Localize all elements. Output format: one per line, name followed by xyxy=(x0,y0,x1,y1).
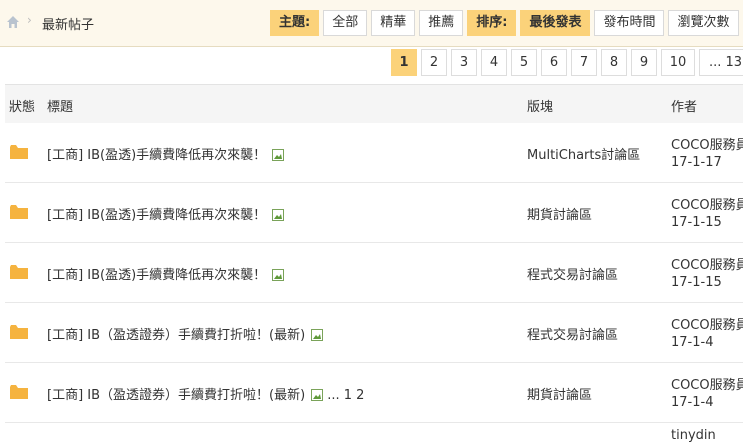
thread-page-links[interactable]: ... 1 2 xyxy=(327,388,364,403)
folder-icon xyxy=(10,145,28,159)
page-6[interactable]: 6 xyxy=(541,49,567,76)
header-board: 版塊 xyxy=(527,100,554,115)
breadcrumb-current[interactable]: 最新帖子 xyxy=(42,14,94,33)
folder-icon xyxy=(10,385,28,399)
top-bar: › 最新帖子 主題: 全部 精華 推薦 排序: 最後發表 發布時間 瀏覽次數 xyxy=(0,0,743,47)
thread-author[interactable]: COCO服務員 xyxy=(671,254,743,273)
image-attachment-icon xyxy=(272,209,285,221)
table-row: [工商] IB(盈透)手續費降低再次來襲！ 期貨討論區 COCO服務員 17-1… xyxy=(5,183,743,243)
breadcrumb-separator: › xyxy=(27,13,32,27)
thread-title[interactable]: [工商] IB(盈透)手續費降低再次來襲！ xyxy=(47,148,266,163)
sort-last-post-button[interactable]: 最後發表 xyxy=(520,10,591,36)
page-5[interactable]: 5 xyxy=(511,49,537,76)
thread-date: 17-1-4 xyxy=(671,335,714,350)
page-10[interactable]: 10 xyxy=(661,49,695,76)
page-1[interactable]: 1 xyxy=(391,49,417,76)
page-4[interactable]: 4 xyxy=(481,49,507,76)
thread-board[interactable]: MultiCharts討論區 xyxy=(527,144,640,163)
image-attachment-icon xyxy=(311,389,324,401)
folder-icon xyxy=(10,205,28,219)
thread-author[interactable]: COCO服務員 xyxy=(671,194,743,213)
thread-author[interactable]: COCO服務員 xyxy=(671,374,743,393)
image-attachment-icon xyxy=(272,269,285,281)
topic-recommend-button[interactable]: 推薦 xyxy=(419,10,464,36)
thread-board[interactable]: 期貨討論區 xyxy=(527,384,592,403)
page-last[interactable]: ... 13 xyxy=(699,49,743,76)
table-row: [工商] IB(盈透)手續費降低再次來襲！ 程式交易討論區 COCO服務員 17… xyxy=(5,243,743,303)
page-2[interactable]: 2 xyxy=(421,49,447,76)
sort-label: 排序: xyxy=(467,10,517,36)
header-status: 狀態 xyxy=(9,100,36,115)
thread-title[interactable]: [工商] IB（盈透證券）手續費打折啦！(最新) xyxy=(47,388,305,403)
thread-date: 17-1-4 xyxy=(671,395,714,410)
thread-author[interactable]: tinydin xyxy=(671,428,716,443)
home-icon[interactable] xyxy=(6,15,20,29)
image-attachment-icon xyxy=(272,149,285,161)
pagination: 1 2 3 4 5 6 7 8 9 10 ... 13 xyxy=(391,49,743,76)
thread-title[interactable]: [工商] IB(盈透)手續費降低再次來襲！ xyxy=(47,208,266,223)
table-row: [工商] IB（盈透證券）手續費打折啦！(最新) ... 1 2 期貨討論區 CO… xyxy=(5,363,743,423)
folder-icon xyxy=(10,265,28,279)
table-row: [工商] IB(盈透)手續費降低再次來襲！ MultiCharts討論區 COC… xyxy=(5,123,743,183)
thread-date: 17-1-15 xyxy=(671,215,722,230)
thread-board[interactable]: 程式交易討論區 xyxy=(527,264,618,283)
thread-board[interactable]: 程式交易討論區 xyxy=(527,324,618,343)
header-title: 標題 xyxy=(47,100,74,115)
sort-publish-time-button[interactable]: 發布時間 xyxy=(594,10,665,36)
thread-author[interactable]: COCO服務員 xyxy=(671,134,743,153)
topic-label: 主題: xyxy=(270,10,320,36)
page-9[interactable]: 9 xyxy=(631,49,657,76)
sort-views-button[interactable]: 瀏覽次數 xyxy=(668,10,739,36)
thread-board[interactable]: 期貨討論區 xyxy=(527,204,592,223)
folder-icon xyxy=(10,325,28,339)
topic-all-button[interactable]: 全部 xyxy=(323,10,368,36)
thread-title[interactable]: [工商] IB（盈透證券）手續費打折啦！(最新) xyxy=(47,328,305,343)
page-7[interactable]: 7 xyxy=(571,49,597,76)
page-3[interactable]: 3 xyxy=(451,49,477,76)
table-row-partial: tinydin xyxy=(5,423,743,443)
page-8[interactable]: 8 xyxy=(601,49,627,76)
table-row: [工商] IB（盈透證券）手續費打折啦！(最新) 程式交易討論區 COCO服務員… xyxy=(5,303,743,363)
thread-date: 17-1-17 xyxy=(671,155,722,170)
filter-bar: 主題: 全部 精華 推薦 排序: 最後發表 發布時間 瀏覽次數 xyxy=(270,10,739,36)
thread-title[interactable]: [工商] IB(盈透)手續費降低再次來襲！ xyxy=(47,268,266,283)
image-attachment-icon xyxy=(311,329,324,341)
topic-digest-button[interactable]: 精華 xyxy=(371,10,416,36)
thread-date: 17-1-15 xyxy=(671,275,722,290)
table-header: 狀態 標題 版塊 作者 xyxy=(5,84,743,124)
thread-author[interactable]: COCO服務員 xyxy=(671,314,743,333)
header-author: 作者 xyxy=(671,100,698,115)
